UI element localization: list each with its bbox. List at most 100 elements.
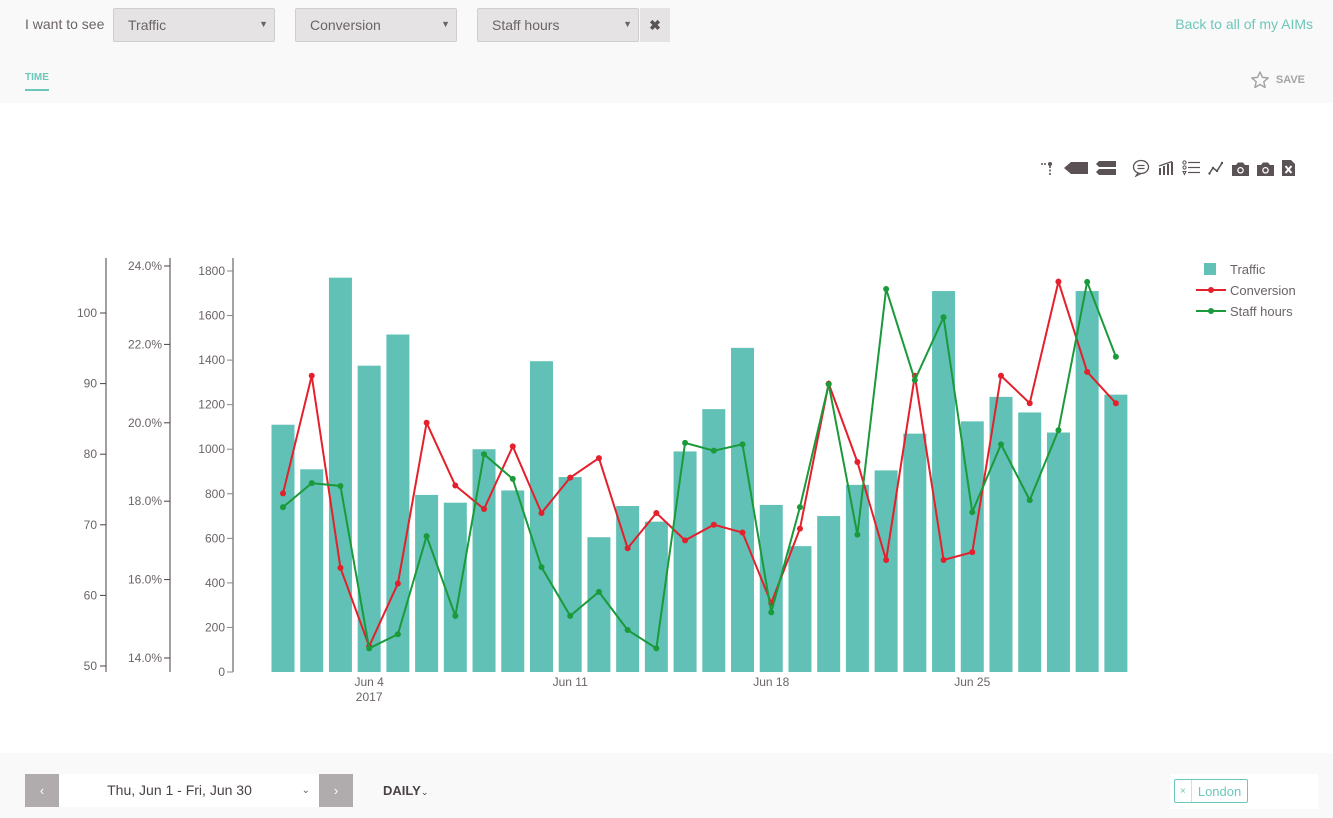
traffic-axis-tick-label: 0 [218, 665, 225, 679]
staff-hours-point [998, 441, 1004, 448]
traffic-axis-tick-label: 1200 [198, 398, 225, 412]
traffic-bar [989, 396, 1013, 672]
staff-hours-point [394, 631, 401, 638]
metric-select-value: Conversion [310, 17, 381, 33]
conversion-point [682, 537, 689, 544]
conversion-point [796, 525, 803, 532]
chart-legend: Traffic Conversion Staff hours [1196, 262, 1296, 319]
conversion-point [940, 557, 947, 563]
conversion-point [538, 509, 545, 516]
want-to-see-label: I want to see [25, 16, 105, 32]
traffic-bar [932, 291, 956, 672]
conversion-axis-tick-label: 22.0% [128, 337, 162, 351]
staff-axis-tick-label: 50 [84, 659, 98, 673]
traffic-bar [817, 516, 841, 672]
staff-hours-point [308, 480, 315, 487]
staff-hours-point [796, 504, 803, 511]
conversion-point [969, 549, 976, 556]
granularity-dropdown[interactable]: DAILY⌄ [383, 783, 428, 798]
traffic-bar [472, 449, 496, 672]
header: I want to see Traffic ▼ Conversion ▼ Sta… [0, 0, 1333, 103]
chevron-right-icon: › [333, 783, 339, 798]
staff-hours-point [624, 626, 631, 633]
traffic-bar [731, 347, 755, 672]
staff-axis-tick-label: 70 [84, 518, 98, 532]
x-axis-tick-label: Jun 25 [954, 675, 990, 689]
legend-traffic-swatch [1204, 263, 1216, 275]
staff-hours-point [337, 482, 344, 489]
remove-metric-button[interactable]: ✖ [640, 8, 670, 42]
chart-area: 50 60 70 80 90 100 14.0% 16.0% 18.0% 20.0% 22.0% 24… [0, 103, 1333, 753]
traffic-axis-tick-label: 800 [205, 487, 225, 501]
traffic-axis-tick-label: 200 [205, 620, 225, 634]
location-name: London [1197, 783, 1242, 799]
tab-time[interactable]: TIME [25, 72, 49, 91]
dropdown-arrow-icon: ▼ [441, 19, 450, 29]
conversion-point [452, 482, 459, 489]
traffic-axis-tick-label: 1800 [198, 264, 225, 278]
traffic-bar [415, 494, 439, 672]
dropdown-arrow-icon: ▼ [259, 19, 268, 29]
conversion-point [337, 564, 344, 571]
remove-location-icon[interactable]: × [1175, 780, 1192, 802]
combo-chart: 50 60 70 80 90 100 14.0% 16.0% 18.0% 20.0% 22.0% 24… [77, 258, 1296, 704]
conversion-axis-tick-label: 24.0% [128, 259, 162, 273]
staff-axis-tick-label: 90 [84, 377, 98, 391]
chevron-down-icon: ⌄ [301, 785, 310, 796]
conversion-point [1112, 400, 1119, 407]
x-axis-ticks: Jun 42017 Jun 11 Jun 18 Jun 25 [354, 675, 990, 704]
conversion-point [567, 474, 574, 481]
staff-hours-point [969, 509, 976, 516]
staff-hours-point [911, 377, 918, 384]
traffic-bar [328, 277, 352, 672]
x-axis-tick-label: Jun 11 [553, 675, 588, 689]
traffic-bar [874, 470, 898, 672]
prev-period-button[interactable]: ‹ [25, 774, 59, 807]
traffic-bar [1104, 394, 1128, 672]
next-period-button[interactable]: › [319, 774, 353, 807]
conversion-point [710, 521, 717, 528]
traffic-bar [300, 469, 324, 672]
staff-hours-point [883, 285, 890, 292]
date-range-picker[interactable]: Thu, Jun 1 - Fri, Jun 30 ⌄ [59, 774, 320, 807]
metric-select-value: Traffic [128, 17, 167, 33]
staff-hours-point [1026, 497, 1033, 504]
staff-hours-point [768, 609, 775, 616]
traffic-bar [903, 433, 927, 672]
date-range-value: Thu, Jun 1 - Fri, Jun 30 [107, 782, 252, 798]
conversion-point [308, 372, 315, 379]
metric-select-traffic[interactable]: Traffic ▼ [113, 8, 275, 42]
chevron-down-icon: ⌄ [420, 787, 429, 797]
staff-hours-point [595, 588, 602, 595]
metric-select-staff-hours[interactable]: Staff hours ▼ [477, 8, 639, 42]
staff-hours-point [854, 531, 861, 538]
legend-label: Conversion [1230, 283, 1296, 298]
traffic-bar [386, 334, 410, 672]
save-button[interactable]: SAVE [1250, 70, 1305, 90]
star-icon [1250, 71, 1269, 89]
traffic-axis-tick-label: 400 [205, 576, 225, 590]
conversion-point [595, 455, 602, 462]
legend-label: Staff hours [1230, 304, 1293, 319]
conversion-point [653, 509, 660, 516]
granularity-value: DAILY [383, 783, 421, 798]
location-filter[interactable]: × London [1170, 774, 1318, 809]
traffic-axis-tick-label: 600 [205, 531, 225, 545]
back-to-aims-link[interactable]: Back to all of my AIMs [1175, 16, 1313, 32]
staff-hours-point [1112, 353, 1119, 360]
traffic-bar [558, 477, 582, 672]
conversion-point [854, 459, 861, 465]
conversion-point [1026, 400, 1033, 407]
traffic-bar [1018, 412, 1042, 672]
traffic-bar [1046, 432, 1070, 672]
staff-hours-point [538, 564, 545, 571]
staff-hours-point [940, 314, 947, 321]
staff-hours-point [509, 475, 516, 482]
footer-bar: ‹ Thu, Jun 1 - Fri, Jun 30 ⌄ › DAILY⌄ × … [0, 753, 1333, 818]
metric-select-conversion[interactable]: Conversion ▼ [295, 8, 457, 42]
traffic-bar [501, 490, 525, 672]
conversion-point [509, 443, 516, 450]
traffic-axis-tick-label: 1400 [198, 353, 225, 367]
metric-select-value: Staff hours [492, 17, 560, 33]
traffic-bar [759, 504, 783, 672]
